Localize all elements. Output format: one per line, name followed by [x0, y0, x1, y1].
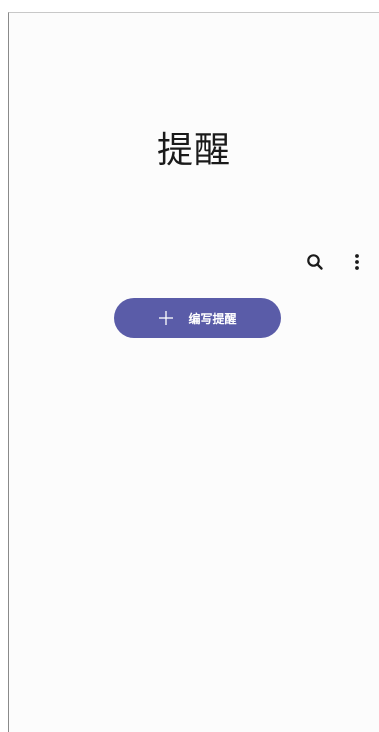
plus-icon [158, 310, 174, 326]
compose-reminder-button[interactable]: 编写提醒 [114, 298, 281, 338]
toolbar [303, 249, 369, 279]
search-icon [306, 253, 324, 275]
app-screen: 提醒 编写提醒 [8, 12, 379, 732]
more-vertical-icon [354, 253, 360, 275]
compose-button-label: 编写提醒 [188, 311, 237, 326]
more-options-button[interactable] [345, 252, 369, 276]
page-title: 提醒 [156, 130, 231, 171]
search-button[interactable] [303, 252, 327, 276]
